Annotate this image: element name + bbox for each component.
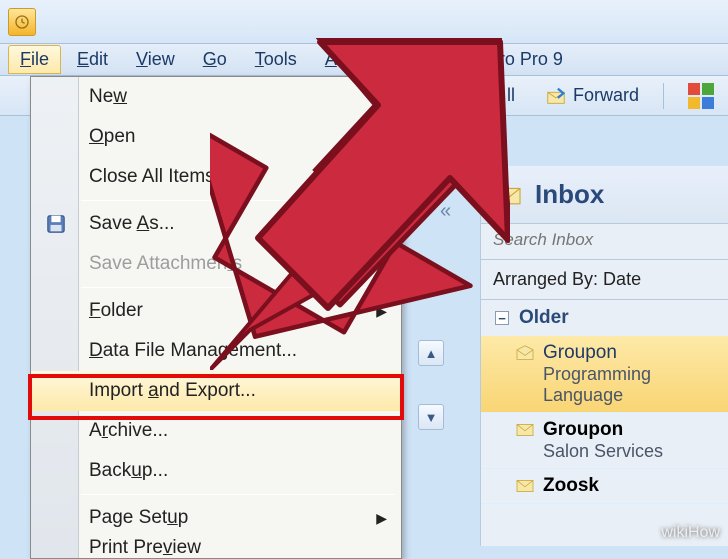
inbox-title: Inbox <box>535 179 604 210</box>
reply-all-icon <box>479 85 501 107</box>
file-menu-dropdown: New▶ Open▶ Close All Items Save As... Sa… <box>30 76 402 559</box>
message-row[interactable]: Groupon Programming Language <box>481 336 728 413</box>
message-subject: Salon Services <box>515 441 728 462</box>
title-bar <box>0 0 728 44</box>
toolbar-separator <box>663 83 664 109</box>
arranged-by[interactable]: Arranged By: Date <box>481 260 728 300</box>
categories-button[interactable] <box>682 79 720 113</box>
reply-all-label: ll <box>507 85 515 106</box>
forward-icon <box>545 85 567 107</box>
mail-icon <box>515 422 535 438</box>
categories-icon <box>688 83 714 109</box>
message-from: Groupon <box>543 342 617 364</box>
reply-label: R <box>436 85 449 106</box>
menu-page-setup[interactable]: Page Setup▶ <box>31 498 401 538</box>
menu-separator <box>81 200 395 201</box>
message-from: Zoosk <box>543 475 599 497</box>
message-from: Groupon <box>543 419 623 441</box>
reply-all-button[interactable]: ll <box>473 81 521 111</box>
collapse-icon[interactable]: − <box>495 311 509 325</box>
menu-view[interactable]: View <box>124 45 187 74</box>
menu-edit[interactable]: Edit <box>65 45 120 74</box>
app-icon <box>8 8 36 36</box>
reply-button[interactable]: R <box>402 81 455 111</box>
inbox-header: Inbox <box>481 166 728 224</box>
menu-folder[interactable]: Folder▶ <box>31 291 401 331</box>
submenu-arrow-icon: ▶ <box>376 89 387 106</box>
menu-actions[interactable]: Actions <box>313 45 396 74</box>
submenu-arrow-icon: ▶ <box>376 303 387 320</box>
menu-save-as[interactable]: Save As... <box>31 204 401 244</box>
menu-nitro[interactable]: Nitro Pro 9 <box>465 45 575 74</box>
menu-close-all[interactable]: Close All Items <box>31 157 401 197</box>
inbox-pane: Inbox Arranged By: Date − Older Groupon … <box>480 166 728 546</box>
menu-backup[interactable]: Backup... <box>31 451 401 491</box>
mail-icon <box>515 478 535 494</box>
menu-tools[interactable]: Tools <box>243 45 309 74</box>
message-subject: Programming Language <box>515 364 728 406</box>
menu-new[interactable]: New▶ <box>31 77 401 117</box>
forward-label: Forward <box>573 85 639 106</box>
menu-save-attachments: Save Attachments <box>31 244 401 284</box>
message-row[interactable]: Zoosk <box>481 469 728 504</box>
group-label: Older <box>519 307 569 329</box>
group-header-older[interactable]: − Older <box>481 300 728 336</box>
menu-help[interactable]: Help <box>400 45 461 74</box>
watermark: wikiHow <box>661 524 720 542</box>
menu-open[interactable]: Open▶ <box>31 117 401 157</box>
menu-bar: File Edit View Go Tools Actions Help Nit… <box>0 44 728 76</box>
menu-separator <box>81 287 395 288</box>
submenu-arrow-icon: ▶ <box>376 129 387 146</box>
reply-icon <box>408 85 430 107</box>
inbox-icon <box>495 184 523 206</box>
message-row[interactable]: Groupon Salon Services <box>481 413 728 469</box>
menu-file[interactable]: File <box>8 45 61 74</box>
search-box <box>481 224 728 260</box>
scroll-down-button[interactable]: ▼ <box>418 404 444 430</box>
scroll-up-button[interactable]: ▲ <box>418 340 444 366</box>
menu-data-file-management[interactable]: Data File Management... <box>31 331 401 371</box>
menu-print-preview[interactable]: Print Preview <box>31 538 401 558</box>
save-icon <box>45 213 67 235</box>
forward-button[interactable]: Forward <box>539 81 645 111</box>
menu-separator <box>81 494 395 495</box>
submenu-arrow-icon: ▶ <box>376 510 387 527</box>
search-input[interactable] <box>493 230 716 250</box>
collapse-pane-icon[interactable]: « <box>440 200 451 223</box>
menu-go[interactable]: Go <box>191 45 239 74</box>
mail-open-icon <box>515 345 535 361</box>
menu-archive[interactable]: Archive... <box>31 411 401 451</box>
menu-import-export[interactable]: Import and Export... <box>31 371 401 411</box>
